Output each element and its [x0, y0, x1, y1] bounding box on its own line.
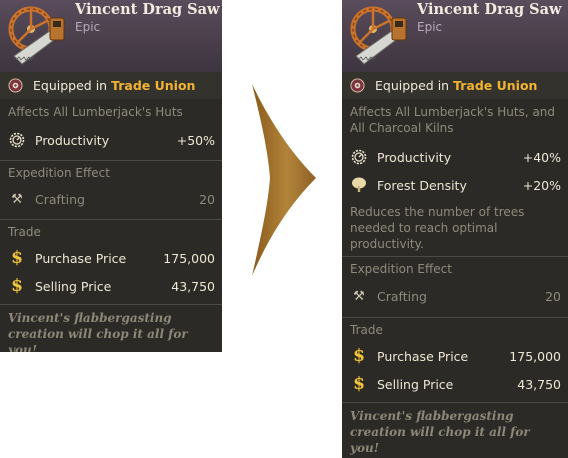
expedition-value: 20: [545, 288, 561, 304]
coin-icon: $: [11, 276, 23, 296]
stat-label: Forest Density: [377, 177, 467, 193]
purchase-price-row: $ Purchase Price 175,000: [0, 244, 222, 272]
affects-text: Affects All Lumberjack's Huts, and All C…: [350, 105, 556, 135]
expedition-label: Crafting: [35, 191, 85, 207]
stat-label: Productivity: [377, 149, 452, 165]
selling-value: 43,750: [517, 376, 561, 392]
coin-icon: $: [353, 374, 365, 394]
item-rarity: Epic: [417, 20, 443, 34]
productivity-gear-icon: [9, 132, 25, 148]
trade-union-badge-icon: [8, 78, 23, 93]
equipped-row: Equipped in Trade Union: [342, 72, 568, 99]
item-name: Vincent Drag Saw: [75, 1, 220, 18]
selling-label: Selling Price: [377, 376, 454, 392]
tooltip-header: Vincent Drag Saw Epic: [342, 0, 568, 72]
coin-icon: $: [353, 346, 365, 366]
purchase-label: Purchase Price: [35, 250, 127, 266]
stat-row-productivity: Productivity +40%: [342, 143, 568, 171]
equipped-org: Trade Union: [453, 78, 538, 93]
drag-saw-icon: [350, 6, 407, 65]
flavor-text: Vincent's flabbergasting creation will c…: [350, 409, 530, 455]
stat-label: Productivity: [35, 132, 110, 148]
purchase-price-row: $ Purchase Price 175,000: [342, 342, 568, 370]
crossed-tools-icon: ⚒: [11, 191, 23, 207]
affects-text: Affects All Lumberjack's Huts: [8, 105, 183, 119]
purchase-value: 175,000: [509, 348, 561, 364]
item-rarity: Epic: [75, 20, 101, 34]
equipped-label: Equipped in: [33, 78, 108, 93]
selling-value: 43,750: [171, 278, 215, 294]
productivity-gear-icon: [351, 149, 367, 165]
section-title: Trade: [350, 323, 383, 337]
stat-row-forest-density: Forest Density +20%: [342, 171, 568, 199]
expedition-value: 20: [199, 191, 215, 207]
transition-arrow-icon: [252, 84, 316, 276]
expedition-section-title: Expedition Effect: [0, 161, 222, 185]
item-tooltip-after: Vincent Drag Saw Epic Equipped in Trade …: [342, 0, 568, 458]
item-name: Vincent Drag Saw: [417, 1, 562, 18]
trade-union-badge-icon: [350, 78, 365, 93]
purchase-value: 175,000: [163, 250, 215, 266]
equipped-label: Equipped in: [375, 78, 450, 93]
item-tooltip-before: Vincent Drag Saw Epic Equipped in Trade …: [0, 0, 222, 352]
description-text: Reduces the number of trees needed to re…: [350, 205, 525, 251]
equipped-row: Equipped in Trade Union: [0, 72, 222, 99]
stat-value: +50%: [176, 132, 215, 148]
selling-label: Selling Price: [35, 278, 112, 294]
expedition-crafting-row: ⚒ Crafting 20: [0, 185, 222, 213]
section-title: Trade: [8, 225, 41, 239]
expedition-crafting-row: ⚒ Crafting 20: [342, 281, 568, 311]
expedition-section-title: Expedition Effect: [342, 257, 568, 281]
trade-section-title: Trade: [0, 220, 222, 244]
tooltip-header: Vincent Drag Saw Epic: [0, 0, 222, 72]
section-title: Expedition Effect: [8, 166, 110, 180]
coin-icon: $: [11, 248, 23, 268]
trade-section-title: Trade: [342, 318, 568, 342]
drag-saw-icon: [8, 6, 65, 65]
selling-price-row: $ Selling Price 43,750: [0, 272, 222, 300]
forest-tree-icon: [352, 177, 366, 192]
equipped-org: Trade Union: [111, 78, 196, 93]
selling-price-row: $ Selling Price 43,750: [342, 370, 568, 398]
crossed-tools-icon: ⚒: [353, 288, 365, 304]
stat-row-productivity: Productivity +50%: [0, 126, 222, 154]
expedition-label: Crafting: [377, 288, 427, 304]
section-title: Expedition Effect: [350, 262, 452, 276]
flavor-text: Vincent's flabbergasting creation will c…: [8, 311, 188, 352]
purchase-label: Purchase Price: [377, 348, 469, 364]
stat-value: +20%: [522, 177, 561, 193]
stat-value: +40%: [522, 149, 561, 165]
